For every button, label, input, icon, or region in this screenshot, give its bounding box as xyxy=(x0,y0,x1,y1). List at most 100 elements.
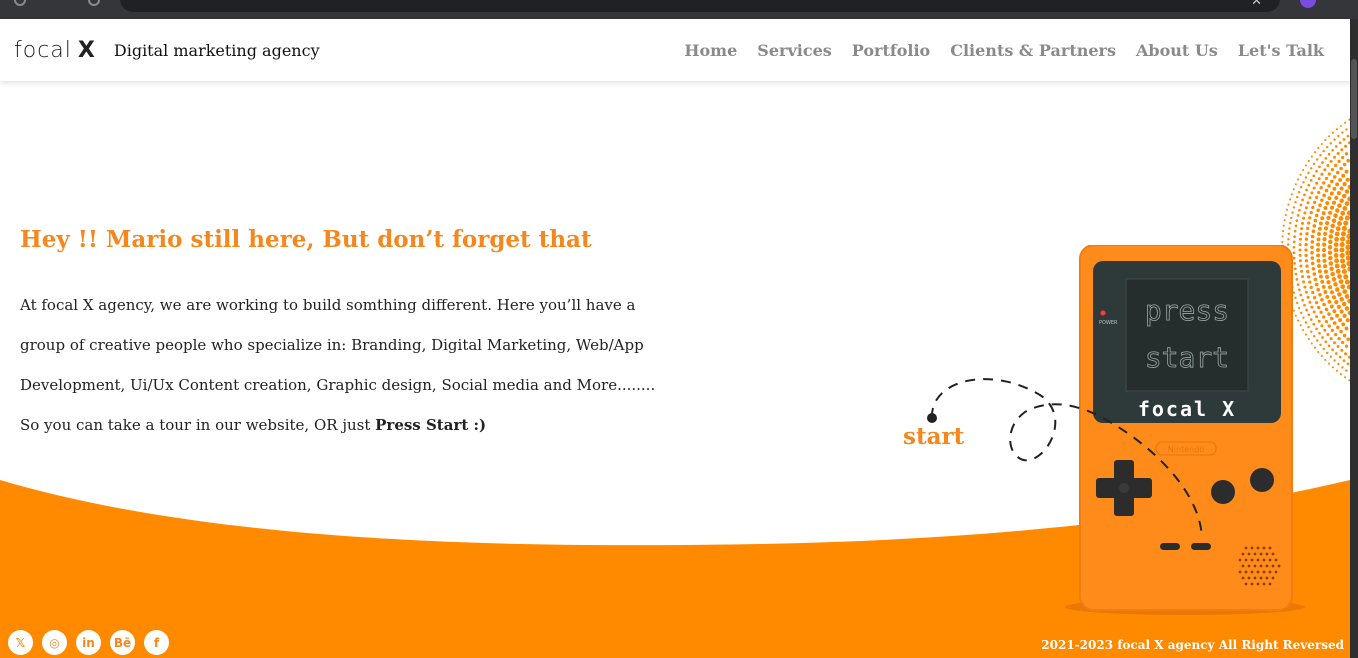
halftone-dot xyxy=(1345,250,1350,256)
halftone-dot xyxy=(1320,354,1323,358)
halftone-dot xyxy=(1312,186,1316,190)
halftone-dot xyxy=(1302,181,1305,184)
halftone-dot xyxy=(1294,201,1297,204)
halftone-dot xyxy=(1327,152,1331,156)
speaker-hole xyxy=(1259,564,1263,568)
halftone-dot xyxy=(1321,284,1326,289)
halftone-dot xyxy=(1301,221,1304,225)
halftone-dot xyxy=(1317,232,1321,236)
halftone-dot xyxy=(1345,177,1350,182)
speaker-hole xyxy=(1268,582,1272,586)
halftone-dot xyxy=(1318,203,1322,207)
halftone-dot xyxy=(1334,145,1338,148)
halftone-dot xyxy=(1308,216,1312,220)
halftone-dot xyxy=(1334,195,1339,200)
speaker-hole xyxy=(1250,570,1254,574)
halftone-dot xyxy=(1310,155,1313,158)
halftone-dot xyxy=(1331,295,1337,300)
halftone-dot xyxy=(1335,226,1341,232)
halftone-dot xyxy=(1317,146,1320,150)
halftone-dot xyxy=(1303,211,1307,215)
halftone-dot xyxy=(1345,318,1350,323)
halftone-dot xyxy=(1322,181,1326,185)
start-link[interactable]: start xyxy=(903,423,964,450)
halftone-dot xyxy=(1306,201,1310,205)
halftone-dot xyxy=(1309,179,1313,182)
instagram-icon[interactable]: ◎ xyxy=(42,630,67,655)
facebook-icon[interactable]: f xyxy=(144,630,169,655)
speaker-hole xyxy=(1244,570,1248,574)
speaker-hole xyxy=(1247,564,1251,568)
speaker-hole xyxy=(1277,564,1281,568)
halftone-dot xyxy=(1324,176,1329,181)
halftone-dot xyxy=(1326,145,1329,149)
halftone-dot xyxy=(1306,226,1310,231)
halftone-dot xyxy=(1340,258,1346,264)
speaker-hole xyxy=(1271,552,1275,556)
halftone-dot xyxy=(1345,128,1348,131)
halftone-dot xyxy=(1339,124,1342,127)
halftone-dot xyxy=(1348,355,1350,359)
halftone-dot xyxy=(1323,328,1327,332)
halftone-dot xyxy=(1346,362,1350,366)
halftone-dot xyxy=(1328,255,1333,261)
halftone-dot xyxy=(1334,258,1339,264)
scrollbar-thumb[interactable] xyxy=(1351,59,1357,139)
halftone-dot xyxy=(1316,158,1319,161)
halftone-dot xyxy=(1294,183,1297,186)
halftone-dot xyxy=(1337,274,1342,279)
halftone-dot xyxy=(1344,294,1350,299)
halftone-dot xyxy=(1320,172,1324,176)
halftone-dot xyxy=(1312,200,1317,205)
halftone-dot xyxy=(1348,118,1350,121)
linkedin-icon[interactable]: in xyxy=(76,630,101,655)
halftone-dot xyxy=(1340,348,1344,352)
halftone-dot xyxy=(1303,193,1306,197)
page-scrollbar[interactable] xyxy=(1350,19,1358,658)
halftone-dot xyxy=(1313,151,1317,154)
nav-clients-partners[interactable]: Clients & Partners xyxy=(950,41,1116,60)
press-start-text: Press Start :) xyxy=(375,416,487,434)
speaker-hole xyxy=(1256,570,1260,574)
nav-lets-talk[interactable]: Let's Talk xyxy=(1238,41,1324,60)
x-twitter-icon[interactable]: 𝕏 xyxy=(8,630,33,655)
halftone-dot xyxy=(1313,218,1318,223)
halftone-dot xyxy=(1342,289,1348,294)
halftone-dot xyxy=(1310,167,1313,170)
halftone-dot xyxy=(1321,247,1327,253)
halftone-dot xyxy=(1339,186,1344,191)
path-start-dot xyxy=(927,413,937,423)
halftone-dot xyxy=(1309,210,1313,215)
nav-portfolio[interactable]: Portfolio xyxy=(852,41,930,60)
halftone-dot xyxy=(1334,352,1338,355)
halftone-dot xyxy=(1333,341,1336,345)
halftone-dot xyxy=(1329,191,1334,196)
halftone-dot xyxy=(1300,186,1303,189)
behance-icon[interactable]: Bē xyxy=(110,630,135,655)
speaker-hole xyxy=(1250,582,1254,586)
halftone-dot xyxy=(1287,232,1290,235)
nav-home[interactable]: Home xyxy=(684,41,737,60)
speaker-hole xyxy=(1262,570,1266,574)
halftone-dot xyxy=(1329,266,1334,272)
halftone-dot xyxy=(1307,183,1311,187)
halftone-dot xyxy=(1334,236,1339,242)
halftone-dot xyxy=(1347,310,1350,316)
nav-services[interactable]: Services xyxy=(757,41,831,60)
halftone-dot xyxy=(1281,235,1284,238)
halftone-dot xyxy=(1328,261,1334,266)
a-button[interactable] xyxy=(1250,468,1274,492)
nav-about-us[interactable]: About Us xyxy=(1136,41,1218,60)
logo[interactable]: focal X xyxy=(14,38,96,63)
halftone-dot xyxy=(1292,188,1295,191)
hero-line-4: So you can take a tour in our website, O… xyxy=(20,405,680,445)
halftone-dot xyxy=(1322,253,1327,258)
speaker-hole xyxy=(1241,564,1245,568)
halftone-dot xyxy=(1322,193,1326,198)
halftone-dot xyxy=(1322,315,1326,319)
halftone-dot xyxy=(1339,242,1345,248)
halftone-dot xyxy=(1317,177,1321,181)
halftone-dot xyxy=(1345,239,1350,245)
halftone-dot xyxy=(1334,231,1340,237)
halftone-dot xyxy=(1322,258,1327,263)
